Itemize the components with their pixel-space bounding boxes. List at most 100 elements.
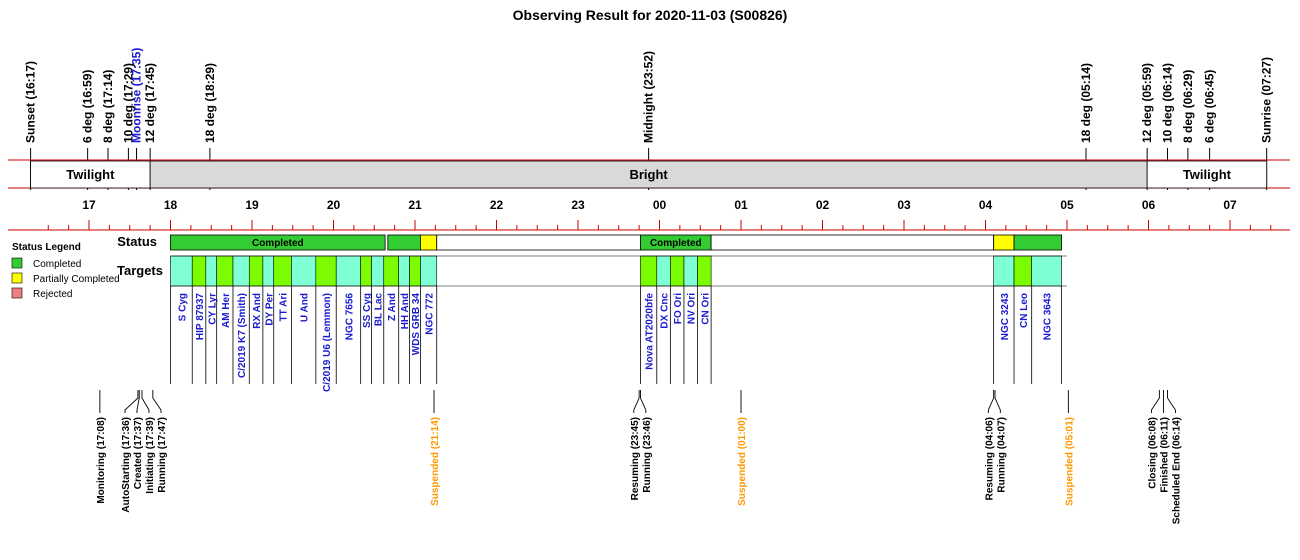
sun-event-sunrise-07-27: Sunrise (07:27)	[1260, 57, 1274, 143]
log-event-leader	[152, 390, 162, 413]
legend-label-partially-completed: Partially Completed	[33, 274, 120, 285]
target-label-ngc-772: NGC 772	[425, 293, 436, 335]
targets-row: TargetsS Cyg HIP 87937 CY Lyr AM Her C/2019 …	[117, 255, 1067, 392]
target-label-fo-ori: FO Ori	[673, 293, 684, 324]
hour-label-05: 05	[1060, 198, 1074, 212]
sun-event-18-deg-05-14: 18 deg (05:14)	[1079, 63, 1093, 143]
hour-label-20: 20	[327, 198, 341, 212]
status-row: Status Completed Completed	[117, 234, 1062, 251]
status-legend: Status Legend Completed Partially Complete…	[11, 242, 120, 300]
target-label-u-and: U And	[300, 293, 311, 322]
sun-event-midnight-23-52: Midnight (23:52)	[642, 51, 656, 143]
target-label-nova-at2020bfe: Nova AT2020bfe	[645, 293, 656, 370]
hour-label-02: 02	[816, 198, 830, 212]
target-bar-am-her	[216, 255, 234, 287]
log-event-leader	[994, 390, 1001, 413]
target-bar-ngc-772	[420, 255, 438, 287]
legend-swatch-completed	[11, 257, 23, 269]
sun-event-12-deg-17-45: 12 deg (17:45)	[143, 63, 157, 143]
log-events: Monitoring (17:08) AutoStarting (17:36) Cr…	[96, 390, 1182, 524]
target-label-tt-ari: TT Ari	[279, 293, 290, 322]
target-bar-cn-ori	[697, 255, 712, 287]
chart-title: Observing Result for 2020-11-03 (S00826)	[513, 7, 788, 23]
log-event-created-17-37: Created (17:37)	[133, 417, 144, 489]
target-label-am-her: AM Her	[221, 293, 232, 328]
target-label-z-and: Z And	[387, 293, 398, 321]
log-event-suspended-21-14: Suspended (21:14)	[430, 417, 441, 506]
target-label-c-2019-u6-lemmon: C/2019 U6 (Lemmon)	[322, 293, 333, 392]
hour-label-18: 18	[164, 198, 178, 212]
log-event-initiating-17-39: Initiating (17:39)	[145, 417, 156, 494]
status-block-completed-7	[1013, 234, 1062, 251]
hour-label-19: 19	[245, 198, 259, 212]
log-event-leader	[633, 390, 640, 413]
hour-label-01: 01	[734, 198, 748, 212]
log-event-leader	[1150, 390, 1160, 413]
legend-label-completed: Completed	[33, 259, 81, 270]
target-bar-fo-ori	[670, 255, 685, 287]
target-bar-c-2019-k7-smith	[232, 255, 250, 287]
targets-row-header: Targets	[117, 263, 163, 278]
sun-event-18-deg-18-29: 18 deg (18:29)	[203, 63, 217, 143]
sun-event-moonrise-17-35: Moonrise (17:35)	[130, 48, 144, 143]
status-block-label: Completed	[650, 238, 702, 249]
sun-event-8-deg-06-29: 8 deg (06:29)	[1181, 70, 1195, 143]
hour-label-07: 07	[1223, 198, 1237, 212]
sun-event-6-deg-06-45: 6 deg (06:45)	[1203, 70, 1217, 143]
sky-bands: Twilight Bright Twilight	[8, 159, 1290, 189]
sky-band-label: Twilight	[1183, 167, 1232, 182]
legend-swatch-rejected	[11, 287, 23, 299]
log-event-leader	[1167, 390, 1176, 413]
sun-event-8-deg-17-14: 8 deg (17:14)	[101, 70, 115, 143]
log-event-leader	[124, 390, 139, 413]
target-label-nv-ori: NV Ori	[687, 293, 698, 324]
sun-event-sunset-16-17: Sunset (16:17)	[24, 61, 38, 143]
target-bar-dx-cnc	[656, 255, 671, 287]
log-event-closing-06-08: Closing (06:08)	[1147, 417, 1158, 489]
target-bar-cn-leo	[1013, 255, 1032, 287]
target-label-c-2019-k7-smith: C/2019 K7 (Smith)	[237, 293, 248, 378]
status-block-none-5	[710, 234, 995, 251]
target-label-ngc-3243: NGC 3243	[1000, 293, 1011, 341]
target-label-rx-and: RX And	[252, 293, 263, 329]
status-block-partial-2	[420, 234, 438, 251]
hour-label-23: 23	[571, 198, 585, 212]
sun-event-10-deg-06-14: 10 deg (06:14)	[1161, 63, 1175, 143]
legend-title: Status Legend	[12, 242, 81, 253]
log-event-scheduled-end-06-14: Scheduled End (06:14)	[1171, 417, 1182, 524]
hour-label-00: 00	[653, 198, 667, 212]
status-block-partial-6	[993, 234, 1015, 251]
target-label-ngc-3643: NGC 3643	[1043, 293, 1054, 341]
sun-event-12-deg-05-59: 12 deg (05:59)	[1140, 63, 1154, 143]
target-bar-wds-grb-34	[409, 255, 421, 287]
target-bar-ngc-3243	[993, 255, 1015, 287]
log-event-leader	[141, 390, 150, 413]
log-event-running-17-47: Running (17:47)	[157, 417, 168, 493]
hour-label-21: 21	[408, 198, 422, 212]
target-bar-u-and	[291, 255, 317, 287]
target-label-dx-cnc: DX Cnc	[660, 293, 671, 329]
hour-label-03: 03	[897, 198, 911, 212]
target-bar-cy-lyr	[205, 255, 217, 287]
sun-event-6-deg-16-59: 6 deg (16:59)	[81, 70, 95, 143]
target-bar-hip-87937	[191, 255, 207, 287]
hour-label-22: 22	[490, 198, 504, 212]
observing-timeline-chart: Observing Result for 2020-11-03 (S00826)…	[8, 7, 1290, 524]
target-bar-nv-ori	[683, 255, 698, 287]
log-event-resuming-23-45: Resuming (23:45)	[630, 417, 641, 500]
log-event-running-04-07: Running (04:07)	[996, 417, 1007, 493]
sky-band-label: Twilight	[66, 167, 115, 182]
hour-axis: 17 18 19 20 21 22 23 00 01 02 03 04 05 06 07	[8, 198, 1290, 231]
target-label-s-cyg: S Cyg	[177, 293, 188, 321]
log-event-suspended-01-00: Suspended (01:00)	[737, 417, 748, 506]
target-bar-hh-and	[398, 255, 410, 287]
log-event-finished-06-11: Finished (06:11)	[1159, 417, 1170, 493]
legend-swatch-partially-completed	[11, 272, 23, 284]
target-label-bl-lac: BL Lac	[374, 293, 385, 327]
target-label-cn-ori: CN Ori	[700, 293, 711, 325]
log-event-autostarting-17-36: AutoStarting (17:36)	[121, 417, 132, 513]
log-event-suspended-05-01: Suspended (05:01)	[1064, 417, 1075, 506]
hour-label-06: 06	[1142, 198, 1156, 212]
target-bar-rx-and	[248, 255, 264, 287]
log-event-leader	[987, 390, 995, 413]
